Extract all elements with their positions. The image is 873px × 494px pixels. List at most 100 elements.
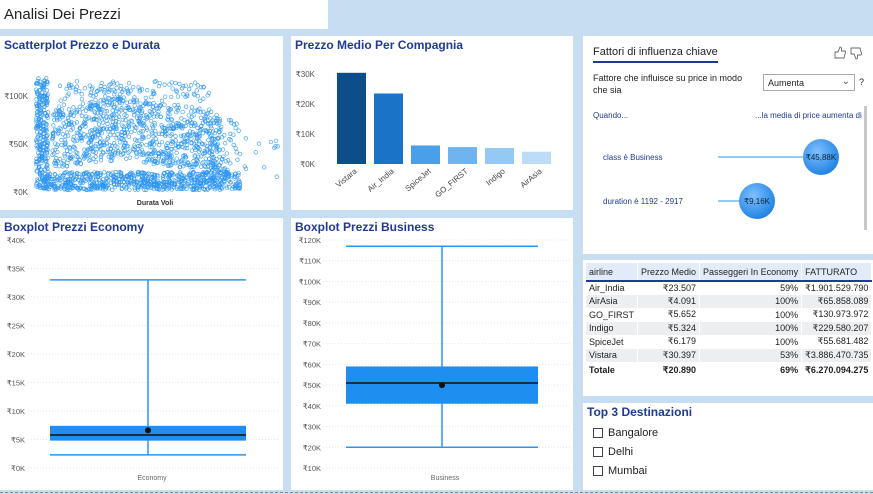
influencer-row-label[interactable]: class è Business (603, 153, 663, 162)
table-cell: SpiceJet (586, 335, 639, 349)
column-header-airline[interactable]: airline (586, 263, 639, 282)
scatter-point (82, 86, 88, 91)
bar-ytick: ₹10K (296, 130, 316, 139)
scatter-point (256, 141, 262, 146)
influencer-bubble[interactable] (803, 139, 839, 175)
scatter-point (144, 142, 149, 148)
business-boxplot-panel[interactable]: Boxplot Prezzi Business ₹120K ₹110K ₹100K ₹… (291, 218, 573, 490)
scatter-point (61, 102, 67, 107)
scatter-point (71, 105, 76, 110)
page-title: Analisi Dei Prezzi (4, 6, 121, 23)
airline-table-panel[interactable]: airline Prezzo Medio Passeggeri In Econo… (583, 260, 873, 396)
bar-indigo[interactable] (485, 148, 514, 164)
scatter-panel[interactable]: Scatterplot Prezzo e Durata ₹100K ₹50K ₹… (0, 36, 283, 210)
bar-chart[interactable]: ₹30K ₹20K ₹10K ₹0K Vistara Air_India Spice… (291, 36, 573, 210)
table-row[interactable]: GO_FIRST ₹5.652 100% ₹130.973.972 (586, 308, 873, 322)
scatter-point (121, 87, 126, 92)
scatter-point (151, 100, 156, 106)
scatter-point (56, 104, 62, 109)
scatter-point (172, 103, 177, 108)
scatter-point (183, 104, 189, 109)
influence-direction-dropdown[interactable]: Aumenta ⌄ (763, 74, 855, 91)
scatter-point (65, 115, 71, 121)
scatter-point (112, 184, 117, 190)
scatter-point (102, 170, 107, 175)
checkbox[interactable] (593, 466, 603, 477)
table-row[interactable]: Vistara ₹30.397 53% ₹3.886.470.735 (586, 348, 873, 363)
table-cell: Air_India (586, 281, 639, 295)
scatter-point (236, 128, 241, 133)
bar-panel[interactable]: Prezzo Medio Per Compagnia ₹30K ₹20K ₹10… (291, 36, 573, 210)
table-row[interactable]: Indigo ₹5.324 100% ₹229.580.207 (586, 321, 873, 336)
dropdown-value: Aumenta (768, 78, 805, 88)
economy-boxplot[interactable]: ₹40K ₹35K ₹30K ₹25K ₹20K ₹15K ₹10K ₹5K ₹0K Econo… (0, 218, 283, 490)
scatter-point (231, 142, 236, 147)
scatter-point (73, 89, 78, 95)
checkbox[interactable] (593, 447, 603, 458)
slicer-item-bangalore[interactable]: Bangalore (593, 427, 658, 439)
table-header-row: airline Prezzo Medio Passeggeri In Econo… (586, 263, 873, 282)
column-header-prezzo-medio[interactable]: Prezzo Medio (637, 263, 701, 282)
scatter-point (183, 123, 188, 129)
scatter-point (106, 154, 111, 160)
column-header-fatturato[interactable]: FATTURATO (801, 263, 873, 282)
thumbs-down-icon[interactable] (850, 47, 862, 60)
chevron-down-icon: ⌄ (841, 76, 850, 87)
checkbox[interactable] (593, 428, 603, 439)
destinations-slicer[interactable]: Top 3 Destinazioni Bangalore Delhi Mumba… (583, 403, 873, 490)
scatter-point (143, 95, 148, 101)
table-cell: ₹4.091 (637, 294, 701, 309)
slicer-item-delhi[interactable]: Delhi (593, 446, 633, 458)
scrollbar[interactable] (864, 106, 867, 230)
table-row[interactable]: AirAsia ₹4.091 100% ₹65.858.089 (586, 294, 873, 309)
scatter-point (57, 83, 63, 88)
scatter-point (79, 92, 84, 97)
bar-go_first[interactable] (448, 147, 477, 164)
economy-boxplot-panel[interactable]: Boxplot Prezzi Economy ₹40K ₹35K ₹30K ₹25K ₹… (0, 218, 283, 490)
scatter-chart[interactable]: ₹100K ₹50K ₹0K Durata Voli (0, 36, 283, 210)
scatter-point (162, 102, 167, 107)
slicer-item-mumbai[interactable]: Mumbai (593, 465, 647, 477)
boxplot-ytick: ₹110K (299, 257, 321, 266)
bar-airasia[interactable] (522, 151, 551, 164)
scatter-point (92, 110, 98, 115)
boxplot-ytick: ₹120K (299, 236, 321, 245)
table-cell: Vistara (586, 348, 639, 363)
table-cell: ₹65.858.089 (801, 294, 873, 309)
influencer-bubble[interactable] (739, 183, 775, 219)
scatter-point (79, 96, 85, 102)
scatter-point (79, 113, 85, 118)
slicer-item-label: Delhi (608, 446, 634, 458)
table-row[interactable]: Air_India ₹23.507 59% ₹1.901.529.790 (586, 281, 873, 295)
scatter-ytick: ₹0K (13, 188, 29, 197)
business-boxplot[interactable]: ₹120K ₹110K ₹100K ₹90K ₹80K ₹70K ₹60K ₹50K ₹40K ₹… (291, 218, 573, 490)
table-row[interactable]: SpiceJet ₹6.179 100% ₹55.681.482 (586, 335, 873, 349)
boxplot-ytick: ₹60K (303, 360, 321, 369)
influencer-row-label[interactable]: duration è 1192 - 2917 (603, 197, 683, 206)
table-cell: 100% (699, 308, 803, 322)
scatter-point (177, 81, 182, 86)
column-header-passeggeri-economy[interactable]: Passeggeri In Economy (699, 263, 803, 282)
scatter-point (173, 134, 178, 139)
slicer-item-label: Bangalore (608, 427, 659, 439)
scatter-point (167, 82, 172, 87)
scatter-point (274, 174, 279, 179)
bar-spicejet[interactable] (411, 145, 440, 164)
bar-air_india[interactable] (374, 93, 403, 164)
bar-vistara[interactable] (337, 72, 366, 164)
table-cell: ₹3.886.470.735 (801, 348, 873, 363)
key-influencers-panel[interactable]: Fattori di influenza chiave Fattore che … (583, 36, 873, 254)
table-cell: ₹23.507 (637, 281, 701, 295)
thumbs-up-icon[interactable] (834, 46, 846, 59)
tab-key-influencers[interactable]: Fattori di influenza chiave (593, 46, 718, 63)
table-cell: AirAsia (586, 294, 639, 309)
scatter-point (80, 101, 86, 106)
scatter-point (173, 80, 178, 86)
scatter-point (228, 161, 233, 166)
boxplot-ytick: ₹10K (7, 407, 25, 416)
boxplot-ytick: ₹10K (303, 464, 321, 473)
boxplot-ytick: ₹20K (303, 443, 321, 452)
table-cell: ₹5.652 (637, 308, 701, 322)
help-icon[interactable]: ? (859, 77, 864, 87)
influencer-bubbles: ₹45,88K ₹9,16K (718, 106, 867, 230)
